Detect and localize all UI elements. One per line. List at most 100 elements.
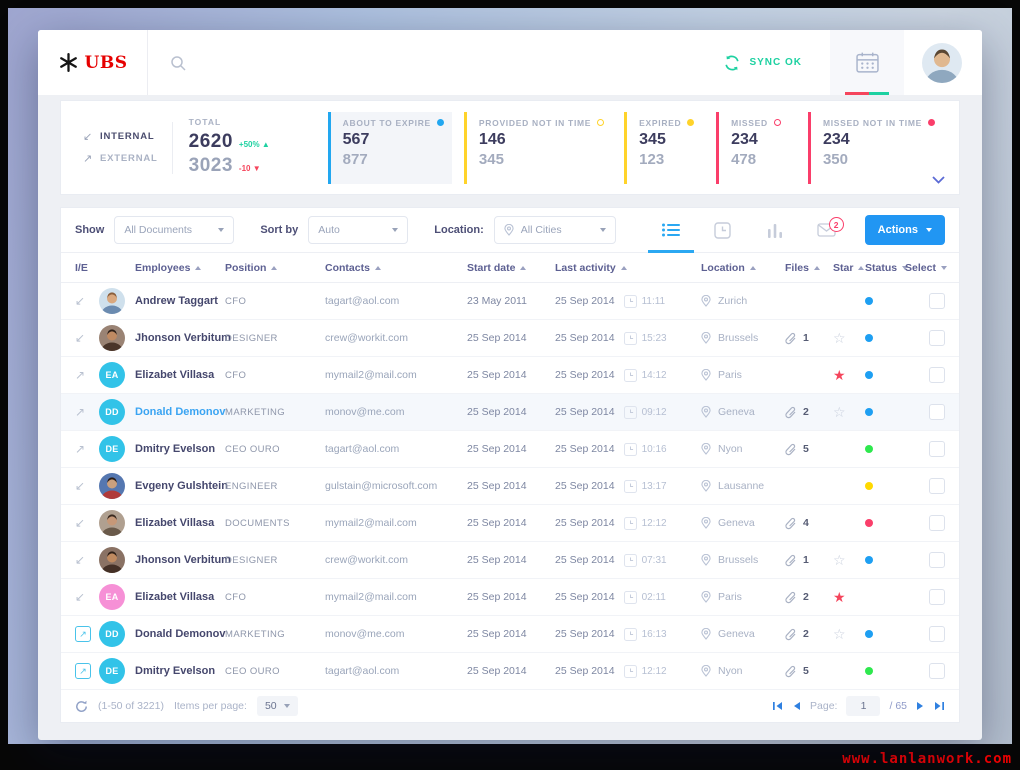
table-row[interactable]: ↙ Andrew Taggart CFO tagart@aol.com 23 May 2… bbox=[61, 283, 959, 320]
files-cell[interactable]: 4 bbox=[785, 517, 833, 530]
stat-card-value-secondary: 877 bbox=[342, 151, 368, 169]
table-row[interactable]: ↙ Elizabet Villasa DOCUMENTS mymail2@mail.c… bbox=[61, 505, 959, 542]
calendar-button[interactable] bbox=[830, 30, 904, 95]
star-icon[interactable]: ★ bbox=[833, 368, 846, 382]
files-cell[interactable]: 1 bbox=[785, 332, 833, 345]
row-checkbox[interactable] bbox=[929, 441, 945, 457]
star-icon[interactable]: ☆ bbox=[833, 331, 846, 345]
first-page-button[interactable] bbox=[772, 701, 783, 711]
files-cell[interactable]: 5 bbox=[785, 665, 833, 678]
next-page-button[interactable] bbox=[916, 701, 925, 711]
column-header-last-activity[interactable]: Last activity bbox=[555, 262, 701, 274]
files-cell[interactable]: 5 bbox=[785, 443, 833, 456]
prev-page-button[interactable] bbox=[792, 701, 801, 711]
table-row[interactable]: ↗ DD Donald Demonov MARKETING monov@me.com 25… bbox=[61, 394, 959, 431]
row-checkbox[interactable] bbox=[929, 663, 945, 679]
internal-toggle[interactable]: ↙ INTERNAL bbox=[83, 130, 158, 143]
row-checkbox[interactable] bbox=[929, 589, 945, 605]
column-header-i-e[interactable]: I/E bbox=[75, 262, 135, 274]
location: Brussels bbox=[718, 554, 759, 566]
external-link-icon[interactable]: ↗ bbox=[75, 626, 91, 642]
files-cell[interactable]: 2 bbox=[785, 591, 833, 604]
search-area[interactable] bbox=[148, 55, 723, 71]
table-row[interactable]: ↗ DE Dmitry Evelson CEO OURO tagart@aol.com 2… bbox=[61, 653, 959, 690]
last-activity-date: 25 Sep 2014 bbox=[555, 480, 615, 492]
last-page-button[interactable] bbox=[934, 701, 945, 711]
refresh-button[interactable] bbox=[75, 700, 88, 713]
row-checkbox[interactable] bbox=[929, 515, 945, 531]
pin-icon bbox=[504, 224, 514, 236]
row-checkbox[interactable] bbox=[929, 626, 945, 642]
search-input[interactable] bbox=[196, 55, 496, 70]
column-header-location[interactable]: Location bbox=[701, 262, 785, 274]
chart-view-button[interactable] bbox=[749, 208, 801, 252]
table-row[interactable]: ↙ Jhonson Verbitum DESIGNER crew@workit.com… bbox=[61, 320, 959, 357]
ubs-logo[interactable]: UBS bbox=[38, 30, 148, 95]
column-header-position[interactable]: Position bbox=[225, 262, 325, 274]
table-row[interactable]: ↗ EA Elizabet Villasa CFO mymail2@mail.com 25… bbox=[61, 357, 959, 394]
files-cell[interactable]: 1 bbox=[785, 554, 833, 567]
column-header-files[interactable]: Files bbox=[785, 262, 833, 274]
sort-up-icon bbox=[271, 265, 278, 270]
location: Brussels bbox=[718, 332, 759, 344]
files-count: 4 bbox=[803, 517, 809, 529]
files-cell[interactable]: 2 bbox=[785, 628, 833, 641]
stats-collapse-button[interactable] bbox=[932, 171, 945, 189]
sort-select[interactable]: Auto bbox=[308, 216, 409, 244]
table-row[interactable]: ↙ EA Elizabet Villasa CFO mymail2@mail.com 25… bbox=[61, 579, 959, 616]
mail-view-button[interactable]: 2 bbox=[801, 208, 853, 252]
star-icon[interactable]: ☆ bbox=[833, 627, 846, 641]
total-block: TOTAL 2620 +50% ▲ 3023 -10 ▼ bbox=[173, 117, 308, 178]
location-select[interactable]: All Cities bbox=[493, 216, 616, 244]
star-icon[interactable]: ☆ bbox=[833, 405, 846, 419]
column-header-employees[interactable]: Employees bbox=[135, 262, 225, 274]
user-avatar[interactable] bbox=[922, 42, 962, 83]
table-header: I/E Employees Position Contacts Start date La… bbox=[61, 253, 959, 283]
external-link-icon[interactable]: ↗ bbox=[75, 663, 91, 679]
search-icon bbox=[171, 55, 186, 71]
external-toggle[interactable]: ↗ EXTERNAL bbox=[83, 152, 158, 165]
table-row[interactable]: ↙ Evgeny Gulshtein ENGINEER gulstain@micros… bbox=[61, 468, 959, 505]
column-header-contacts[interactable]: Contacts bbox=[325, 262, 467, 274]
documents-filter-select[interactable]: All Documents bbox=[114, 216, 235, 244]
stat-card-missed-not-in-time[interactable]: MISSED NOT IN TIME 234 350 bbox=[807, 111, 943, 184]
contact-email: crew@workit.com bbox=[325, 332, 409, 344]
stat-card-missed[interactable]: MISSED 234 478 bbox=[716, 111, 796, 184]
row-checkbox[interactable] bbox=[929, 293, 945, 309]
column-header-select[interactable]: Select bbox=[905, 262, 947, 274]
last-activity-time: 07:31 bbox=[641, 554, 667, 566]
row-checkbox[interactable] bbox=[929, 478, 945, 494]
status-dot bbox=[865, 371, 873, 379]
time-icon bbox=[623, 294, 637, 308]
files-count: 1 bbox=[803, 332, 809, 344]
column-header-status[interactable]: Status bbox=[865, 262, 909, 274]
files-cell[interactable]: 2 bbox=[785, 406, 833, 419]
table-row[interactable]: ↗ DD Donald Demonov MARKETING monov@me.com 25… bbox=[61, 616, 959, 653]
stat-card-provided-not-in-time[interactable]: PROVIDED NOT IN TIME 146 345 bbox=[463, 111, 612, 184]
row-checkbox[interactable] bbox=[929, 330, 945, 346]
stat-card-expired[interactable]: EXPIRED 345 123 bbox=[624, 111, 704, 184]
list-view-button[interactable] bbox=[645, 208, 697, 253]
table-row[interactable]: ↗ DE Dmitry Evelson CEO OURO tagart@aol.com 2… bbox=[61, 431, 959, 468]
last-activity-time: 15:23 bbox=[641, 332, 667, 344]
start-date: 25 Sep 2014 bbox=[467, 591, 527, 603]
sync-status[interactable]: SYNC OK bbox=[723, 55, 802, 71]
table-row[interactable]: ↙ Jhonson Verbitum DESIGNER crew@workit.com… bbox=[61, 542, 959, 579]
star-icon[interactable]: ☆ bbox=[833, 553, 846, 567]
actions-button[interactable]: Actions bbox=[864, 215, 945, 245]
page-input[interactable] bbox=[846, 696, 881, 716]
location: Nyon bbox=[718, 443, 743, 455]
star-icon[interactable]: ★ bbox=[833, 590, 846, 604]
items-per-page-select[interactable]: 50 bbox=[256, 696, 298, 716]
column-header-star[interactable]: Star bbox=[833, 262, 865, 274]
location: Zurich bbox=[718, 295, 748, 307]
row-checkbox[interactable] bbox=[929, 552, 945, 568]
row-checkbox[interactable] bbox=[929, 367, 945, 383]
schedule-view-button[interactable] bbox=[697, 208, 749, 252]
stat-card-about-to-expire[interactable]: ABOUT TO EXPIRE 567 877 bbox=[327, 111, 452, 184]
chevron-down-icon bbox=[926, 228, 932, 232]
status-dot bbox=[865, 445, 873, 453]
table-body: ↙ Andrew Taggart CFO tagart@aol.com 23 May 2… bbox=[61, 283, 959, 690]
row-checkbox[interactable] bbox=[929, 404, 945, 420]
column-header-start-date[interactable]: Start date bbox=[467, 262, 555, 274]
